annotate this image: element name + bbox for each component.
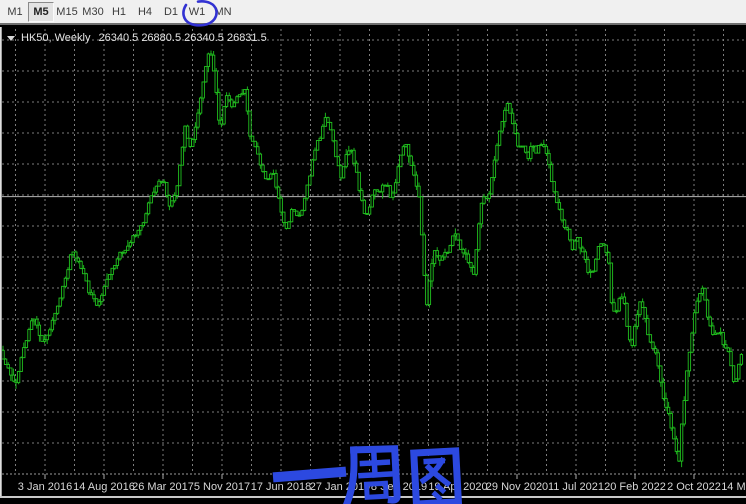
- chart-title: HK50, Weekly 26340.5 26880.5 26340.5 268…: [7, 31, 267, 44]
- candlesticks: [2, 50, 743, 467]
- x-axis-label: 19 Apr 2020: [428, 481, 487, 493]
- window-border-bottom: [0, 496, 746, 498]
- x-axis-label: 29 Nov 2020: [486, 481, 548, 493]
- symbol-dropdown-icon[interactable]: [7, 36, 15, 41]
- x-axis-label: 14 May 2023: [721, 481, 746, 493]
- x-axis-label: 11 Jul 2021: [548, 481, 604, 493]
- x-axis-label: 2 Oct 2022: [667, 481, 721, 493]
- x-axis-label: 14 Aug 2016: [73, 481, 135, 493]
- window-border-left: [0, 27, 2, 496]
- price-chart[interactable]: 3 Jan 201614 Aug 201626 Mar 20175 Nov 20…: [0, 0, 746, 504]
- x-axis-label: 8 Sep 2019: [371, 481, 427, 493]
- chart-grid: [2, 29, 746, 473]
- x-axis-label: 20 Feb 2022: [604, 481, 666, 493]
- time-axis[interactable]: 3 Jan 201614 Aug 201626 Mar 20175 Nov 20…: [18, 474, 746, 493]
- x-axis-label: 3 Jan 2016: [18, 481, 72, 493]
- x-axis-label: 5 Nov 2017: [194, 481, 250, 493]
- symbol-timeframe-label: HK50, Weekly: [21, 32, 91, 44]
- x-axis-label: 26 Mar 2017: [132, 481, 194, 493]
- x-axis-label: 27 Jan 2019: [310, 481, 371, 493]
- ohlc-readout: 26340.5 26880.5 26340.5 26831.5: [99, 32, 267, 44]
- x-axis-label: 17 Jun 2018: [251, 481, 312, 493]
- mt4-chart-screen: M1M5M15M30H1H4D1W1MN HK50, Weekly 26340.…: [0, 0, 746, 504]
